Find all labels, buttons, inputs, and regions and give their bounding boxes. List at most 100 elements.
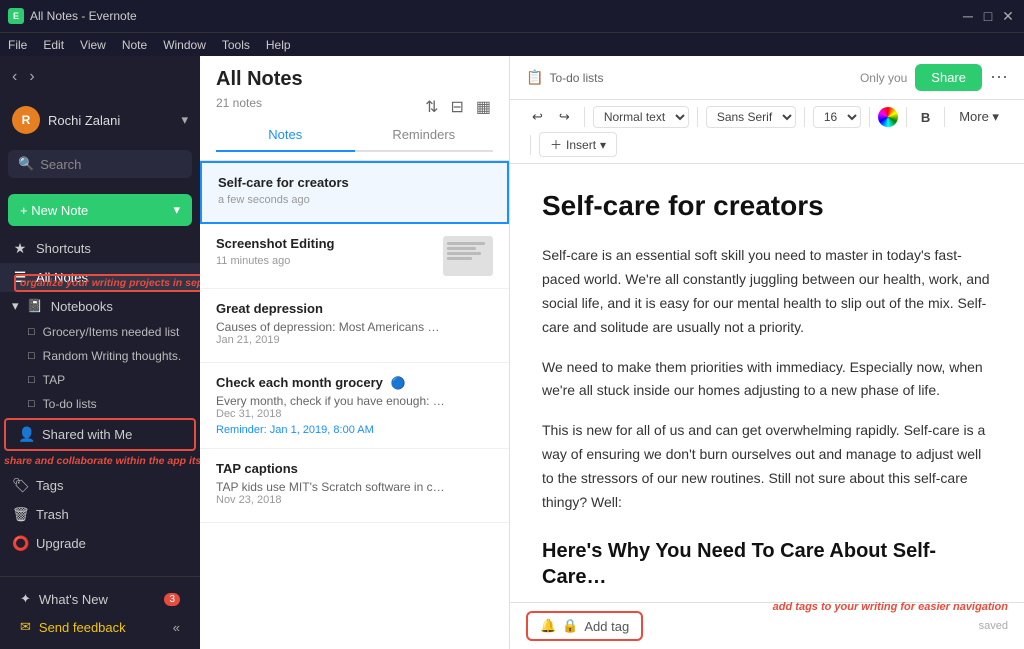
notebook-icon: 📓 — [27, 298, 43, 314]
nav-forward-button[interactable]: › — [25, 64, 38, 90]
separator — [869, 107, 870, 127]
window-controls[interactable]: ─ □ ✕ — [960, 8, 1016, 24]
color-picker-button[interactable] — [878, 107, 898, 127]
sidebar-item-label: Shared with Me — [42, 427, 132, 442]
note-item[interactable]: Great depression Causes of depression: M… — [200, 289, 509, 363]
app-icon: E — [8, 8, 24, 24]
note-meta: Nov 23, 2018 — [216, 494, 493, 506]
insert-label: Insert — [566, 138, 596, 152]
menubar: File Edit View Note Window Tools Help — [0, 32, 1024, 56]
menu-note[interactable]: Note — [122, 38, 147, 52]
feedback-item[interactable]: ✉ Send feedback « — [8, 613, 192, 641]
notes-panel-header: All Notes 21 notes ⇅ ⊟ ▦ Notes Reminders — [200, 56, 509, 161]
separator — [697, 107, 698, 127]
menu-edit[interactable]: Edit — [43, 38, 64, 52]
close-button[interactable]: ✕ — [1000, 8, 1016, 24]
tab-notes[interactable]: Notes — [216, 119, 355, 152]
sidebar-item-tags[interactable]: 🏷 Tags — [0, 471, 200, 500]
pin-icon: 🔵 — [391, 376, 406, 390]
menu-view[interactable]: View — [80, 38, 106, 52]
sort-button[interactable]: ⇅ — [423, 95, 440, 119]
notebook-label: TAP — [43, 373, 65, 387]
text-style-select[interactable]: Normal text — [593, 106, 689, 128]
upgrade-icon: ⭕ — [12, 535, 28, 552]
editor-content[interactable]: Self-care for creators Self-care is an e… — [510, 164, 1024, 602]
breadcrumb: 📋 To-do lists — [526, 69, 603, 86]
bell-icon: 🔔 — [540, 618, 556, 634]
more-format-button[interactable]: More ▾ — [953, 106, 1005, 128]
feedback-label: Send feedback — [39, 620, 126, 635]
titlebar-left: E All Notes - Evernote — [8, 8, 137, 24]
sidebar-item-shared-with-me[interactable]: 👤 Shared with Me — [4, 418, 196, 451]
note-title: Great depression — [216, 301, 493, 316]
notes-panel: All Notes 21 notes ⇅ ⊟ ▦ Notes Reminders… — [200, 56, 510, 649]
note-preview: TAP kids use MIT's Scratch software in c… — [216, 480, 446, 494]
minimize-button[interactable]: ─ — [960, 8, 976, 24]
shared-icon: 👤 — [18, 426, 34, 443]
note-item[interactable]: Screenshot Editing 11 minutes ago — [200, 224, 509, 289]
notebooks-label: Notebooks — [51, 299, 113, 314]
menu-file[interactable]: File — [8, 38, 27, 52]
sidebar-item-shortcuts[interactable]: ★ Shortcuts — [0, 234, 200, 263]
note-title: Check each month grocery 🔵 — [216, 375, 493, 390]
note-item[interactable]: TAP captions TAP kids use MIT's Scratch … — [200, 449, 509, 523]
menu-help[interactable]: Help — [266, 38, 291, 52]
notes-list: Self-care for creators a few seconds ago… — [200, 161, 509, 649]
new-note-label: + New Note — [20, 203, 88, 218]
share-button[interactable]: Share — [915, 64, 982, 91]
notebook-tap[interactable]: □ TAP — [0, 368, 200, 392]
add-tag-button[interactable]: 🔔 🔒 Add tag — [526, 611, 643, 641]
more-options-button[interactable]: ⋯ — [990, 67, 1008, 88]
redo-button[interactable]: ↪ — [553, 106, 576, 128]
chevron-down-icon: ▾ — [600, 138, 606, 152]
editor-toolbar-top: 📋 To-do lists Only you Share ⋯ — [510, 56, 1024, 100]
note-item[interactable]: Self-care for creators a few seconds ago — [200, 161, 509, 224]
note-meta: a few seconds ago — [218, 194, 491, 206]
font-select[interactable]: Sans Serif — [706, 106, 796, 128]
whats-new-item[interactable]: ✦ What's New 3 — [8, 585, 192, 613]
editor-heading: Here's Why You Need To Care About Self-C… — [542, 538, 992, 590]
editor-footer: 🔔 🔒 Add tag saved add tags to your writi… — [510, 602, 1024, 649]
sidebar-item-all-notes[interactable]: ☰ All Notes — [0, 263, 200, 292]
sidebar-items: ★ Shortcuts ☰ All Notes ▾ 📓 Notebooks or… — [0, 234, 200, 576]
user-section[interactable]: R Rochi Zalani ▾ — [0, 98, 200, 142]
menu-tools[interactable]: Tools — [222, 38, 250, 52]
nav-back-button[interactable]: ‹ — [8, 64, 21, 90]
notebook-label: To-do lists — [43, 397, 97, 411]
editor-note-title[interactable]: Self-care for creators — [542, 188, 992, 224]
separator — [944, 107, 945, 127]
notebook-page-icon: □ — [28, 350, 35, 362]
undo-button[interactable]: ↩ — [526, 106, 549, 128]
sidebar: ‹ › R Rochi Zalani ▾ 🔍 Search + New Note… — [0, 56, 200, 649]
add-tag-label: Add tag — [584, 619, 629, 634]
maximize-button[interactable]: □ — [980, 8, 996, 24]
note-item[interactable]: Check each month grocery 🔵 Every month, … — [200, 363, 509, 449]
filter-button[interactable]: ⊟ — [448, 95, 465, 119]
sidebar-item-upgrade[interactable]: ⭕ Upgrade — [0, 529, 200, 558]
shared-section: 👤 Shared with Me share and collaborate w… — [0, 418, 200, 451]
notebook-todo[interactable]: □ To-do lists — [0, 392, 200, 416]
sidebar-item-label: All Notes — [36, 270, 88, 285]
editor-body[interactable]: Self-care is an essential soft skill you… — [542, 244, 992, 602]
view-toggle-button[interactable]: ▦ — [474, 95, 493, 119]
collapse-icon[interactable]: « — [173, 620, 180, 635]
trash-icon: 🗑 — [12, 506, 28, 523]
sidebar-item-trash[interactable]: 🗑 Trash — [0, 500, 200, 529]
notebooks-header[interactable]: ▾ 📓 Notebooks — [0, 292, 200, 320]
insert-button[interactable]: ＋ Insert ▾ — [539, 132, 617, 157]
star-icon: ✦ — [20, 591, 31, 607]
menu-window[interactable]: Window — [163, 38, 206, 52]
font-size-select[interactable]: 16 — [813, 106, 861, 128]
new-note-button[interactable]: + New Note ▾ — [8, 194, 192, 226]
bold-button[interactable]: B — [915, 107, 936, 128]
note-reminder: Reminder: Jan 1, 2019, 8:00 AM — [216, 424, 493, 436]
sidebar-bottom: ✦ What's New 3 ✉ Send feedback « — [0, 576, 200, 649]
notebook-grocery[interactable]: □ Grocery/Items needed list — [0, 320, 200, 344]
format-bar: ↩ ↪ Normal text Sans Serif 16 B More ▾ ＋ — [510, 100, 1024, 164]
notebook-label: Grocery/Items needed list — [43, 325, 180, 339]
search-box[interactable]: 🔍 Search — [8, 150, 192, 178]
notebook-random-writing[interactable]: □ Random Writing thoughts. — [0, 344, 200, 368]
notes-count: 21 notes — [216, 96, 262, 110]
tab-reminders[interactable]: Reminders — [355, 119, 494, 152]
checklist-icon: 📋 — [526, 69, 543, 86]
